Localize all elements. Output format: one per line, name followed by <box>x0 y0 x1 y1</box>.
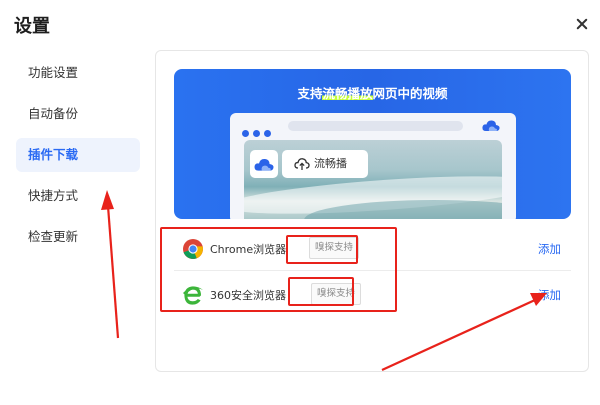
add-chrome-button[interactable]: 添加 <box>538 241 561 257</box>
sniff-support-badge: 嗅探支持 <box>309 237 360 259</box>
promo-banner: 支持流畅播放网页中的视频 流畅播 <box>174 69 571 219</box>
banner-title-pre: 支持 <box>297 86 323 101</box>
window-dot <box>242 130 249 137</box>
row-divider <box>174 270 571 271</box>
window-dots <box>242 122 275 141</box>
browser-name: 360安全浏览器 <box>210 289 286 302</box>
sidebar-item-check-update[interactable]: 检查更新 <box>16 220 140 254</box>
cloud-tile <box>250 150 278 178</box>
address-bar <box>288 121 463 131</box>
ie-360-icon <box>183 286 203 305</box>
cloud-logo-icon <box>482 120 500 131</box>
settings-sidebar: 功能设置 自动备份 插件下载 快捷方式 检查更新 <box>16 56 140 261</box>
banner-title-highlight: 流畅播放 <box>322 86 373 101</box>
browser-row-chrome: Chrome浏览器 嗅探支持 添加 <box>174 227 571 271</box>
dialog-title: 设置 <box>14 16 50 37</box>
carousel-indicator <box>521 210 560 219</box>
smooth-play-label: 流畅播 <box>314 157 347 170</box>
add-360-button[interactable]: 添加 <box>538 287 561 303</box>
sniff-support-badge: 嗅探支持 <box>311 283 362 305</box>
browser-mockup: 流畅播 <box>230 113 516 219</box>
sidebar-item-auto-backup[interactable]: 自动备份 <box>16 97 140 131</box>
plugin-panel: 支持流畅播放网页中的视频 流畅播 Chrome浏览器 嗅探支持 添加 360安全… <box>155 50 589 372</box>
smooth-play-button[interactable]: 流畅播 <box>282 150 368 178</box>
cloud-upload-icon <box>294 158 310 170</box>
browser-row-360: 360安全浏览器 嗅探支持 添加 <box>174 273 571 317</box>
window-dot <box>253 130 260 137</box>
browser-name: Chrome浏览器 <box>210 243 287 256</box>
chrome-icon <box>183 239 203 259</box>
sidebar-item-features[interactable]: 功能设置 <box>16 56 140 90</box>
video-preview: 流畅播 <box>244 140 502 219</box>
banner-title: 支持流畅播放网页中的视频 <box>174 83 571 102</box>
cloud-logo-icon <box>254 158 274 171</box>
window-dot <box>264 130 271 137</box>
close-icon[interactable] <box>574 16 590 32</box>
banner-title-post: 网页中的视频 <box>372 86 448 101</box>
sidebar-item-shortcuts[interactable]: 快捷方式 <box>16 179 140 213</box>
sidebar-item-plugin-download[interactable]: 插件下载 <box>16 138 140 172</box>
